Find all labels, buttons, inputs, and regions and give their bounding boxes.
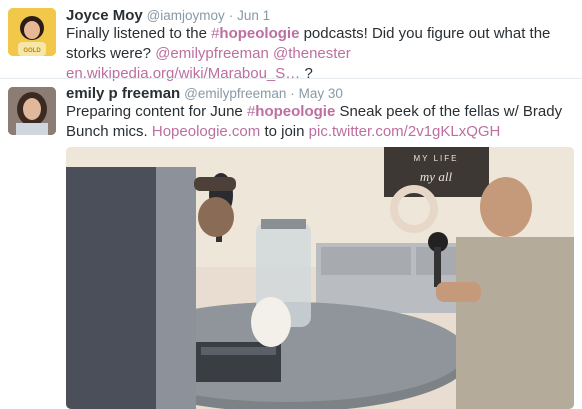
tweet-header: Joyce Moy @iamjoymoy · Jun 1 bbox=[66, 7, 270, 24]
tweet-text: Preparing content for June #hopeologie S… bbox=[66, 102, 571, 142]
separator: · bbox=[228, 8, 234, 23]
hashtag-label: hopeologie bbox=[219, 25, 300, 42]
avatar[interactable]: GOLD bbox=[8, 8, 56, 56]
tweet-time[interactable]: May 30 bbox=[299, 86, 343, 101]
tweet-photo[interactable]: MY LIFE my all bbox=[66, 147, 574, 409]
sign-text-2: my all bbox=[420, 169, 453, 184]
separator: · bbox=[290, 86, 295, 101]
tweet-time[interactable]: Jun 1 bbox=[237, 8, 270, 23]
sign-text-1: MY LIFE bbox=[414, 154, 459, 163]
tweet-header: emily p freeman @emilypfreeman · May 30 bbox=[66, 85, 343, 102]
website-link[interactable]: Hopeologie.com bbox=[152, 123, 260, 140]
text-segment: Preparing content for June bbox=[66, 103, 247, 120]
tweet-joyce-moy[interactable]: GOLD Joyce Moy @iamjoymoy · Jun 1 Finall… bbox=[0, 0, 582, 82]
hashtag-link[interactable]: #hopeologie bbox=[247, 103, 335, 120]
tweet-emily-freeman[interactable]: emily p freeman @emilypfreeman · May 30 … bbox=[0, 78, 582, 409]
hashtag-link[interactable]: #hopeologie bbox=[211, 25, 299, 42]
text-segment: Finally listened to the bbox=[66, 25, 212, 42]
user-name[interactable]: emily p freeman bbox=[66, 85, 180, 102]
avatar-badge-text: GOLD bbox=[23, 48, 41, 54]
mention-link[interactable]: @thenester bbox=[273, 45, 351, 62]
user-handle[interactable]: @emilypfreeman bbox=[184, 86, 286, 101]
avatar[interactable] bbox=[8, 87, 56, 135]
user-name[interactable]: Joyce Moy bbox=[66, 7, 143, 24]
text-segment: to join bbox=[260, 123, 309, 140]
photo-link[interactable]: pic.twitter.com/2v1gKLxQGH bbox=[309, 123, 501, 140]
tweet-text: Finally listened to the #hopeologie podc… bbox=[66, 24, 571, 84]
mention-link[interactable]: @emilypfreeman bbox=[155, 45, 269, 62]
hashtag-label: hopeologie bbox=[255, 103, 336, 120]
user-handle[interactable]: @iamjoymoy bbox=[147, 8, 225, 23]
